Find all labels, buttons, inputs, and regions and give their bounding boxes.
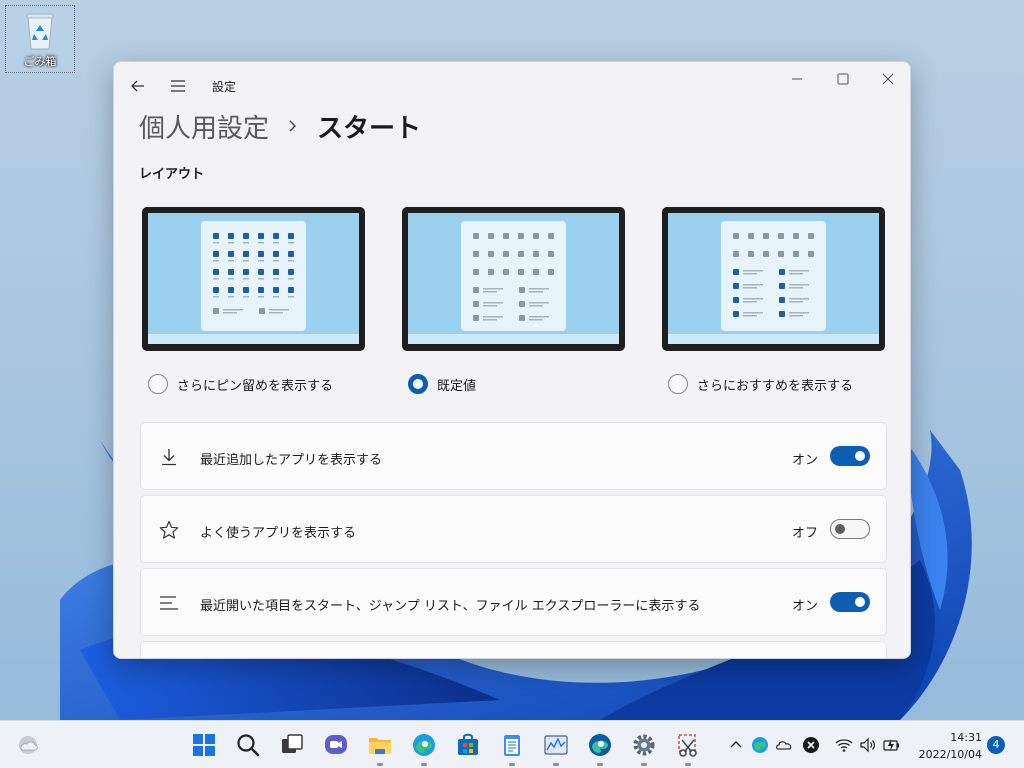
- wifi-icon[interactable]: [834, 735, 854, 755]
- running-indicator: [421, 763, 427, 766]
- onedrive-cloud-icon[interactable]: [774, 735, 794, 755]
- chat-icon[interactable]: [322, 731, 350, 759]
- toggle-knob: [835, 524, 845, 534]
- recycle-bin-icon: [26, 13, 54, 50]
- windows-start-icon[interactable]: [190, 731, 218, 759]
- layout-option-default-label: 既定値: [437, 378, 477, 394]
- task-view-icon[interactable]: [278, 731, 306, 759]
- layout-section-label: レイアウト: [139, 167, 205, 182]
- microsoft-store-icon[interactable]: [454, 731, 482, 759]
- setting-label-most-used-apps: よく使うアプリを表示する: [200, 526, 357, 541]
- recycle-bin-desktop-icon[interactable]: ごみ箱: [5, 5, 75, 73]
- notification-count-badge[interactable]: 4: [987, 736, 1005, 754]
- chevron-up-icon[interactable]: [726, 735, 746, 755]
- layout-option-more-recommendations-label: さらにおすすめを表示する: [697, 378, 854, 394]
- minimize-icon[interactable]: [786, 70, 808, 88]
- setting-row-recently-added-apps[interactable]: 最近追加したアプリを表示する オン: [140, 422, 887, 490]
- setting-row-next-partial[interactable]: [140, 641, 887, 658]
- settings-gear-icon[interactable]: [630, 731, 658, 759]
- running-indicator: [641, 763, 647, 766]
- toggle-most-used-apps[interactable]: [830, 519, 870, 539]
- layout-preview-more-pins[interactable]: [141, 206, 366, 352]
- edge-tray-icon[interactable]: [750, 735, 770, 755]
- speaker-volume-icon[interactable]: [858, 735, 878, 755]
- layout-option-more-recommendations[interactable]: さらにおすすめを表示する: [668, 374, 853, 394]
- radio-default[interactable]: [408, 374, 428, 394]
- hamburger-menu-icon[interactable]: [168, 76, 188, 96]
- close-icon[interactable]: [877, 70, 899, 88]
- window-title: 設定: [212, 80, 237, 94]
- title-bar: 設定: [114, 62, 910, 108]
- breadcrumb: 個人用設定 スタート: [139, 106, 421, 146]
- taskbar: 14:31 2022/10/04 4: [0, 720, 1024, 768]
- system-clock[interactable]: 14:31 2022/10/04: [912, 729, 982, 763]
- toggle-knob: [855, 597, 865, 607]
- star-icon: [159, 520, 179, 539]
- snipping-tool-icon[interactable]: [674, 731, 702, 759]
- running-indicator: [377, 763, 383, 766]
- setting-state-most-used-apps: オフ: [791, 526, 818, 541]
- clock-date: 2022/10/04: [918, 748, 982, 761]
- running-indicator: [553, 763, 559, 766]
- setting-label-recently-added-apps: 最近追加したアプリを表示する: [200, 453, 383, 468]
- layout-option-more-pins-label: さらにピン留めを表示する: [177, 378, 334, 394]
- layout-preview-more-pins-image: [142, 207, 365, 351]
- edge-dev-icon[interactable]: [586, 731, 614, 759]
- setting-label-recently-opened-items: 最近開いた項目をスタート、ジャンプ リスト、ファイル エクスプローラーに表示する: [200, 599, 701, 614]
- radio-more-pins[interactable]: [148, 374, 168, 394]
- toggle-recently-added-apps[interactable]: [830, 446, 870, 466]
- setting-state-recently-opened-items: オン: [791, 599, 818, 614]
- setting-state-recently-added-apps: オン: [791, 453, 818, 468]
- settings-window: 設定 個人用設定 スタート レイアウト さらにピン留めを表示する 既定値 さらに…: [113, 61, 911, 659]
- file-explorer-icon[interactable]: [366, 731, 394, 759]
- notepad-icon[interactable]: [498, 731, 526, 759]
- layout-option-more-pins[interactable]: さらにピン留めを表示する: [148, 374, 333, 394]
- power-battery-icon[interactable]: [882, 735, 902, 755]
- layout-option-default[interactable]: 既定値: [408, 374, 476, 394]
- clock-time: 14:31: [950, 731, 982, 744]
- search-icon[interactable]: [234, 731, 262, 759]
- running-indicator: [509, 763, 515, 766]
- edge-browser-icon[interactable]: [410, 731, 438, 759]
- toggle-knob: [855, 451, 865, 461]
- radio-more-recommendations[interactable]: [668, 374, 688, 394]
- layout-preview-more-recommendations[interactable]: [661, 206, 886, 352]
- toggle-recently-opened-items[interactable]: [830, 592, 870, 612]
- performance-monitor-icon[interactable]: [542, 731, 570, 759]
- list-lines-icon: [160, 596, 178, 610]
- setting-row-recently-opened-items[interactable]: 最近開いた項目をスタート、ジャンプ リスト、ファイル エクスプローラーに表示する…: [140, 568, 887, 636]
- running-indicator: [597, 763, 603, 766]
- layout-preview-default[interactable]: [401, 206, 626, 352]
- chevron-right-icon: [289, 120, 297, 132]
- layout-preview-default-image: [402, 207, 625, 351]
- breadcrumb-parent-link[interactable]: 個人用設定: [139, 108, 269, 145]
- back-arrow-icon[interactable]: [128, 76, 148, 96]
- weather-widget-icon[interactable]: [14, 731, 42, 759]
- maximize-icon[interactable]: [832, 70, 854, 88]
- layout-preview-more-recommendations-image: [662, 207, 885, 351]
- setting-row-most-used-apps[interactable]: よく使うアプリを表示する オフ: [140, 495, 887, 563]
- download-icon: [162, 449, 176, 466]
- recycle-bin-label: ごみ箱: [23, 55, 57, 68]
- page-title: スタート: [317, 113, 422, 144]
- close-circle-tray-icon[interactable]: [801, 735, 821, 755]
- running-indicator: [685, 763, 691, 766]
